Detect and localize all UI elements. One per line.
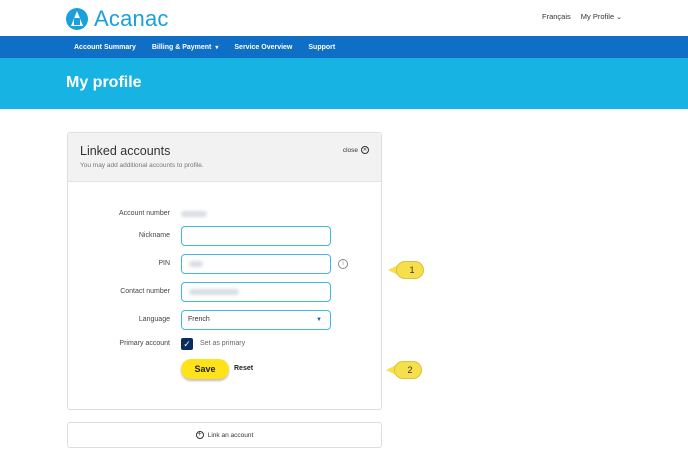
chevron-down-icon: ▾ — [215, 44, 219, 51]
pin-label: PIN — [158, 260, 170, 267]
save-button[interactable]: Save — [181, 359, 229, 379]
reset-link[interactable]: Reset — [234, 365, 253, 372]
language-link[interactable]: Français — [542, 12, 571, 21]
info-icon[interactable]: i — [338, 259, 348, 269]
set-as-primary-label[interactable]: Set as primary — [200, 340, 245, 347]
account-number-value — [181, 211, 207, 217]
panel-header: Linked accounts You may add additional a… — [68, 133, 381, 182]
nickname-input[interactable] — [181, 226, 331, 246]
pin-input[interactable] — [181, 254, 331, 274]
contact-number-row: Contact number — [68, 282, 383, 302]
main-nav: Account Summary Billing & Payment ▾ Servi… — [0, 36, 688, 58]
close-circle-icon: ✕ — [361, 146, 369, 154]
callout-1: 1 — [388, 261, 424, 279]
callout-2: 2 — [386, 361, 422, 379]
my-profile-label: My Profile — [580, 12, 615, 21]
nav-billing-label: Billing & Payment — [151, 43, 212, 51]
link-account-label: Link an account — [207, 431, 254, 439]
language-row: Language French ▼ — [68, 310, 383, 330]
link-account-button[interactable]: + Link an account — [67, 422, 382, 448]
contact-number-label: Contact number — [120, 288, 170, 295]
nav-billing-payment[interactable]: Billing & Payment ▾ — [152, 44, 219, 51]
nickname-label: Nickname — [138, 232, 170, 239]
my-profile-menu[interactable]: My Profile ⌄ — [581, 12, 622, 21]
top-bar: Acanac Français My Profile ⌄ — [0, 0, 688, 36]
nickname-row: Nickname — [68, 226, 383, 246]
top-links: Français My Profile ⌄ — [542, 12, 622, 21]
callout-number: 1 — [396, 261, 424, 279]
page-title: My profile — [66, 74, 142, 91]
brand-name: Acanac — [94, 6, 169, 31]
page-header: My profile — [0, 58, 688, 109]
panel-subtitle: You may add additional accounts to profi… — [80, 162, 204, 169]
account-number-label: Account number — [119, 210, 170, 217]
pin-row: PIN i — [68, 254, 383, 274]
close-label: close — [342, 146, 358, 154]
chevron-down-icon: ⌄ — [616, 14, 622, 21]
panel-title: Linked accounts — [80, 144, 171, 158]
language-label: Language — [138, 316, 170, 323]
language-select[interactable]: French ▼ — [181, 310, 331, 330]
language-selected-value: French — [188, 316, 210, 323]
acanac-logo-icon — [66, 8, 88, 30]
contact-number-value — [189, 289, 239, 295]
primary-account-label: Primary account — [119, 340, 170, 347]
nav-service-overview[interactable]: Service Overview — [234, 44, 292, 51]
nav-account-summary[interactable]: Account Summary — [74, 44, 136, 51]
nav-support[interactable]: Support — [308, 44, 335, 51]
brand-logo[interactable]: Acanac — [66, 6, 169, 32]
plus-circle-icon: + — [195, 431, 204, 439]
close-button[interactable]: close ✕ — [343, 146, 369, 154]
pin-value — [189, 261, 203, 267]
account-number-row: Account number — [68, 204, 383, 224]
dropdown-arrow-icon: ▼ — [316, 317, 322, 323]
callout-number: 2 — [394, 361, 422, 379]
set-as-primary-checkbox[interactable]: ✓ — [181, 338, 193, 350]
primary-account-row: Primary account ✓ Set as primary — [68, 334, 383, 354]
